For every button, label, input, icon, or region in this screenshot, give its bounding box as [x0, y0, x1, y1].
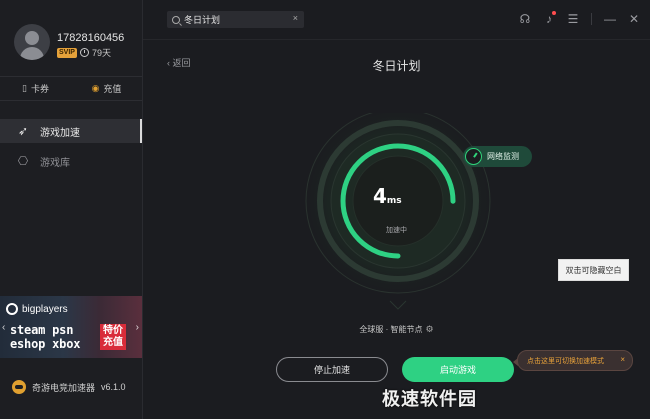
coin-icon: ◉ [91, 83, 100, 93]
bigplayers-logo-icon [6, 303, 18, 315]
clear-search-icon[interactable]: × [293, 13, 298, 23]
accelerating-status: 加速中 [386, 227, 407, 234]
latency-readout: 4ms [373, 184, 402, 208]
node-selector[interactable]: 全球服 · 智能节点 ⚙ [143, 324, 650, 335]
app-window: 17828160456 SVIP 79天 ▯ 卡券 ◉ 充值 ➶ 游戏加速 ⎔ [0, 0, 650, 419]
avatar-body [20, 47, 44, 60]
speedometer-icon [465, 148, 482, 165]
recharge-label: 充值 [103, 84, 122, 94]
mode-switch-toast[interactable]: 点击这里可切换加速模式 × [513, 350, 633, 371]
gauge-pointer [389, 300, 407, 310]
banner-line-1: steam psn [10, 323, 74, 337]
app-logo-icon [12, 380, 26, 394]
gear-icon[interactable]: ⚙ [426, 324, 434, 334]
banner-sale-tag: 特价充值 [100, 324, 126, 350]
bell-icon[interactable]: ♪ [543, 11, 556, 26]
app-logo: 奇游电竞加速器 v6.1.0 [12, 380, 126, 394]
watermark: 极速软件园 [382, 389, 477, 409]
coupon-label: 卡券 [30, 84, 49, 94]
top-bar: × ☊ ♪ ☰ — ✕ [143, 0, 650, 40]
notification-dot [552, 11, 556, 15]
latency-value: 4 [373, 184, 387, 208]
ticket-icon: ▯ [22, 83, 27, 93]
search-input[interactable] [184, 14, 284, 25]
hide-blank-tooltip: 双击可隐藏空白 [558, 259, 629, 281]
coupon-button[interactable]: ▯ 卡券 [0, 80, 71, 97]
nav-item-label: 游戏库 [40, 157, 70, 169]
toast-text: 点击这里可切换加速模式 [527, 357, 604, 365]
vip-days-text: 79天 [92, 48, 112, 58]
promo-banner[interactable]: bigplayers ‹ steam psn eshop xbox 特价充值 › [0, 296, 142, 358]
divider [0, 76, 142, 77]
banner-prev-icon[interactable]: ‹ [2, 322, 5, 333]
banner-line-2: eshop xbox [10, 337, 81, 351]
account-bar: ▯ 卡券 ◉ 充值 [0, 80, 142, 97]
banner-next-icon[interactable]: › [136, 322, 139, 333]
latency-unit: ms [386, 196, 402, 206]
network-monitor-label: 网络监测 [487, 152, 519, 161]
close-toast-icon[interactable]: × [620, 355, 625, 364]
vip-badge: SVIP [57, 48, 77, 58]
rocket-icon: ➶ [17, 124, 29, 138]
search-box[interactable]: × [167, 11, 304, 28]
search-icon [172, 15, 180, 24]
divider [591, 13, 592, 25]
app-version: v6.1.0 [101, 382, 126, 392]
nav-item-label: 游戏加速 [40, 127, 80, 139]
avatar[interactable] [14, 24, 50, 60]
user-phone: 17828160456 [57, 32, 125, 44]
clock-icon [80, 48, 89, 57]
app-name: 奇游电竞加速器 [32, 382, 96, 393]
minimize-icon[interactable]: — [604, 12, 616, 26]
latency-gauge [298, 113, 498, 310]
stop-acceleration-button[interactable]: 停止加速 [276, 357, 388, 382]
gamepad-icon: ⎔ [17, 154, 29, 168]
main-panel: × ☊ ♪ ☰ — ✕ ‹ 返回 冬日计划 [143, 0, 650, 419]
vip-days: 79天 [80, 46, 111, 59]
nav-item-game-accelerate[interactable]: ➶ 游戏加速 [0, 119, 142, 143]
network-monitor-button[interactable]: 网络监测 [463, 146, 532, 167]
window-tools: ☊ ♪ ☰ — ✕ [519, 11, 640, 26]
node-label: 全球服 · 智能节点 [359, 325, 423, 334]
launch-game-button[interactable]: 启动游戏 [402, 357, 514, 382]
recharge-button[interactable]: ◉ 充值 [71, 80, 142, 97]
page-title: 冬日计划 [372, 59, 421, 73]
headset-icon[interactable]: ☊ [519, 12, 531, 26]
menu-icon[interactable]: ☰ [567, 12, 579, 26]
avatar-head [25, 31, 39, 45]
divider [0, 100, 142, 101]
close-icon[interactable]: ✕ [628, 12, 640, 26]
banner-brand-text: bigplayers [22, 303, 68, 315]
banner-brand: bigplayers [6, 303, 68, 315]
sidebar: 17828160456 SVIP 79天 ▯ 卡券 ◉ 充值 ➶ 游戏加速 ⎔ [0, 0, 143, 419]
nav-item-game-library[interactable]: ⎔ 游戏库 [0, 149, 142, 173]
